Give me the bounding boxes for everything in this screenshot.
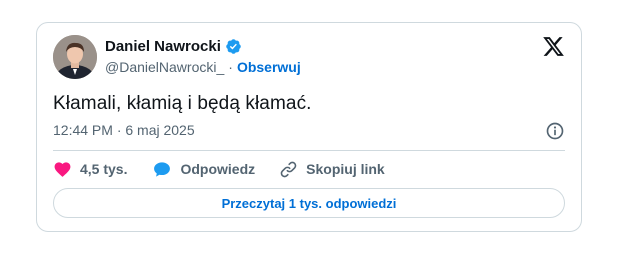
author-name-row: Daniel Nawrocki [105, 38, 242, 55]
x-logo-icon[interactable] [542, 35, 565, 58]
tweet-embed-card: Daniel Nawrocki @DanielNawrocki_ · Obser… [36, 22, 582, 232]
follow-button[interactable]: Obserwuj [237, 59, 301, 75]
link-icon [279, 160, 298, 179]
reply-button[interactable]: Odpowiedz [152, 160, 255, 179]
heart-icon [53, 160, 72, 179]
copy-link-button[interactable]: Skopiuj link [279, 160, 385, 179]
author-handle-row: @DanielNawrocki_ · Obserwuj [105, 59, 301, 75]
tweet-timestamp[interactable]: 12:44 PM · 6 maj 2025 [53, 122, 195, 138]
copy-link-label: Skopiuj link [306, 161, 385, 177]
divider [53, 150, 565, 151]
verified-badge-icon [225, 38, 242, 55]
read-replies-button[interactable]: Przeczytaj 1 tys. odpowiedzi [53, 188, 565, 218]
speech-bubble-icon [152, 160, 172, 179]
like-button[interactable]: 4,5 tys. [53, 160, 127, 179]
separator-dot: · [228, 59, 233, 75]
like-count: 4,5 tys. [80, 161, 128, 177]
tweet-text: Kłamali, kłamią i będą kłamać. [53, 93, 312, 114]
info-icon[interactable] [545, 121, 565, 141]
author-name[interactable]: Daniel Nawrocki [105, 38, 221, 55]
avatar[interactable] [53, 35, 97, 79]
author-handle[interactable]: @DanielNawrocki_ [105, 59, 224, 75]
action-bar: 4,5 tys. Odpowiedz Skopiuj link [53, 157, 385, 181]
reply-label: Odpowiedz [180, 161, 256, 177]
